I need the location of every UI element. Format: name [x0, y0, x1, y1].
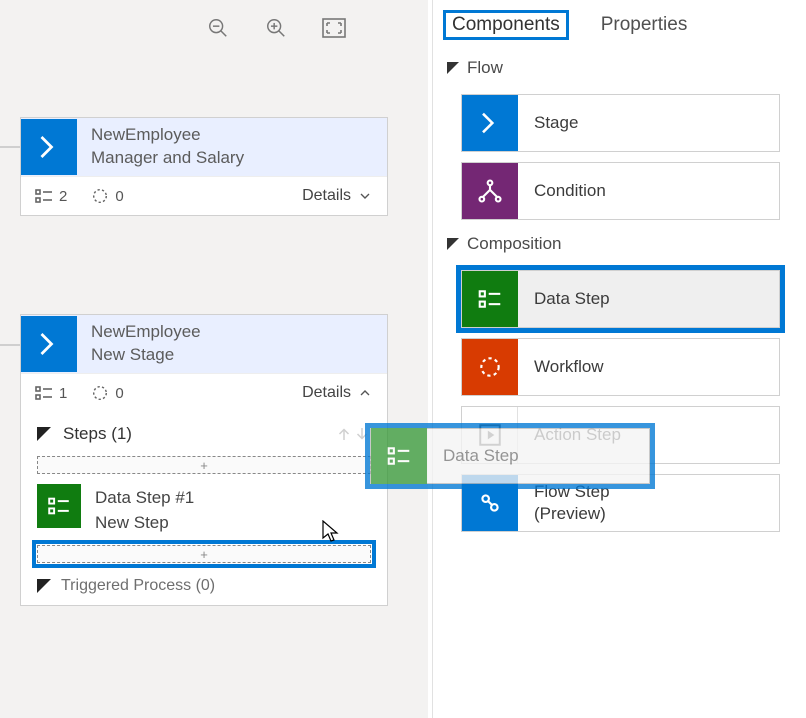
- component-stage[interactable]: Stage: [461, 94, 780, 152]
- move-down-button[interactable]: [353, 424, 371, 444]
- canvas-toolbar: [206, 16, 346, 40]
- details-collapse-button[interactable]: Details: [302, 384, 373, 402]
- workflow-dashed-icon: [91, 187, 109, 205]
- chevron-up-icon: [357, 385, 373, 401]
- stage-stats: 1 0 Details: [21, 373, 387, 412]
- designer-canvas[interactable]: NewEmployee Manager and Salary 2 0: [0, 0, 428, 718]
- stage-stats: 2 0 Details: [21, 176, 387, 215]
- details-label: Details: [302, 187, 351, 205]
- component-label: Data Step: [518, 288, 610, 310]
- tab-properties[interactable]: Properties: [597, 12, 692, 38]
- mouse-cursor-icon: [322, 520, 340, 544]
- tab-components[interactable]: Components: [443, 10, 569, 40]
- steps-list-icon: [35, 189, 53, 203]
- data-step-icon: [371, 428, 427, 484]
- step-subtitle: New Step: [95, 511, 194, 536]
- collapse-triangle-icon[interactable]: [37, 427, 51, 441]
- details-label: Details: [302, 384, 351, 402]
- chevron-down-icon: [357, 188, 373, 204]
- component-data-step[interactable]: Data Step: [461, 270, 780, 328]
- steps-count-value: 1: [59, 385, 67, 402]
- connector-line: [0, 146, 20, 148]
- steps-section-header: Steps (1): [21, 412, 387, 452]
- stage-chevron-icon: [21, 119, 77, 175]
- panel-tabs: Components Properties: [433, 0, 796, 44]
- triggered-process-section[interactable]: Triggered Process (0): [21, 567, 387, 605]
- component-label: Flow Step (Preview): [518, 481, 610, 525]
- component-label: Condition: [518, 180, 606, 202]
- component-condition[interactable]: Condition: [461, 162, 780, 220]
- data-step-icon: [37, 484, 81, 528]
- stage-titles: NewEmployee Manager and Salary: [77, 124, 244, 170]
- triggered-process-label: Triggered Process (0): [61, 577, 215, 595]
- stage-chevron-icon: [21, 316, 77, 372]
- move-up-button[interactable]: [335, 424, 353, 444]
- stage-card-new-stage[interactable]: NewEmployee New Stage 1 0: [20, 314, 388, 606]
- section-flow-label: Flow: [467, 58, 503, 78]
- stage-entity-label: NewEmployee: [91, 321, 201, 344]
- workflow-count: 0: [91, 384, 123, 402]
- drag-ghost-data-step: Data Step: [370, 428, 650, 484]
- stage-name-label: Manager and Salary: [91, 147, 244, 170]
- drop-zone-before[interactable]: +: [37, 456, 371, 474]
- workflow-count-value: 0: [115, 188, 123, 205]
- section-flow-header[interactable]: Flow: [433, 44, 796, 84]
- connector-line: [0, 344, 20, 346]
- steps-count: 1: [35, 385, 67, 402]
- reorder-controls: [335, 424, 371, 444]
- step-labels: Data Step #1 New Step: [95, 484, 194, 535]
- data-step-icon: [462, 271, 518, 327]
- step-title: Data Step #1: [95, 486, 194, 511]
- stage-card-manager-salary[interactable]: NewEmployee Manager and Salary 2 0: [20, 117, 388, 216]
- component-label: Stage: [518, 112, 578, 134]
- workflow-dashed-icon: [462, 339, 518, 395]
- steps-section-label: Steps (1): [63, 424, 132, 444]
- collapse-triangle-icon: [447, 238, 459, 250]
- stage-chevron-icon: [462, 95, 518, 151]
- workflow-count-value: 0: [115, 385, 123, 402]
- section-composition-header[interactable]: Composition: [433, 220, 796, 260]
- workflow-dashed-icon: [91, 384, 109, 402]
- details-expand-button[interactable]: Details: [302, 187, 373, 205]
- drop-zone-plus: +: [200, 547, 208, 562]
- stage-header[interactable]: NewEmployee New Stage: [21, 315, 387, 373]
- stage-entity-label: NewEmployee: [91, 124, 244, 147]
- stage-header[interactable]: NewEmployee Manager and Salary: [21, 118, 387, 176]
- component-label: Workflow: [518, 356, 604, 378]
- section-composition-label: Composition: [467, 234, 562, 254]
- stage-name-label: New Stage: [91, 344, 201, 367]
- stage-titles: NewEmployee New Stage: [77, 321, 201, 367]
- drop-zone-plus: +: [200, 458, 208, 473]
- component-workflow[interactable]: Workflow: [461, 338, 780, 396]
- steps-list-icon: [35, 386, 53, 400]
- steps-count-value: 2: [59, 188, 67, 205]
- workflow-count: 0: [91, 187, 123, 205]
- steps-count: 2: [35, 188, 67, 205]
- zoom-out-button[interactable]: [206, 16, 230, 40]
- branch-icon: [462, 163, 518, 219]
- drop-zone-after[interactable]: +: [37, 545, 371, 563]
- zoom-in-button[interactable]: [264, 16, 288, 40]
- drag-ghost-label: Data Step: [427, 445, 519, 467]
- collapse-triangle-icon: [447, 62, 459, 74]
- components-panel: Components Properties Flow Stage Conditi…: [432, 0, 796, 718]
- collapse-triangle-icon: [37, 579, 51, 593]
- fit-to-screen-button[interactable]: [322, 16, 346, 40]
